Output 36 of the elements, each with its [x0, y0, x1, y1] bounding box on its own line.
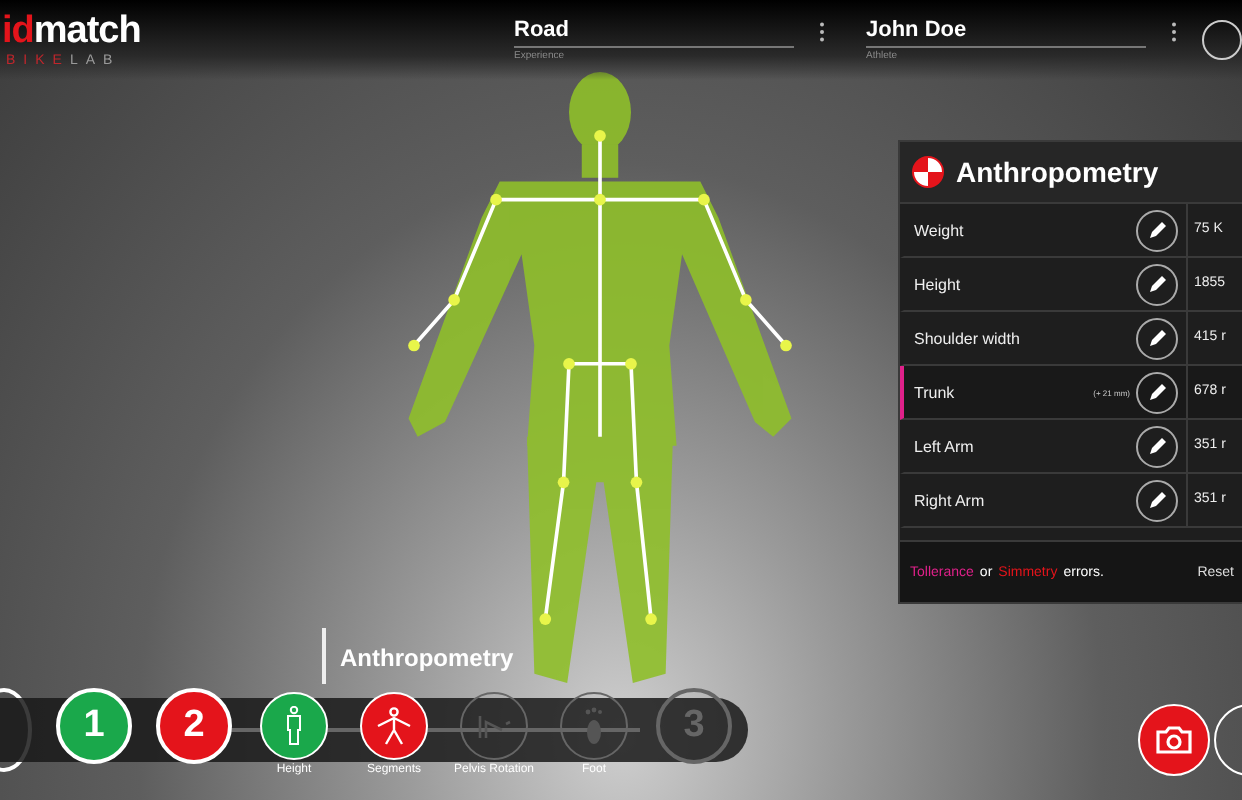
pelvis-angle-icon: [476, 712, 512, 740]
logo-icon: [912, 156, 944, 188]
pencil-icon: [1147, 220, 1167, 240]
edit-button[interactable]: [1136, 317, 1178, 359]
more-options-icon[interactable]: [818, 22, 826, 42]
measurement-label: Right Arm: [912, 491, 987, 509]
pencil-icon: [1147, 274, 1167, 294]
panel-title: Anthropometry: [956, 156, 1159, 188]
logo-text: match: [33, 11, 141, 51]
measurement-label: Height: [912, 275, 963, 293]
measurement-label: Weight: [912, 221, 966, 239]
measurement-label: Left Arm: [912, 437, 976, 455]
edit-button[interactable]: [1136, 209, 1178, 251]
edit-button[interactable]: [1136, 263, 1178, 305]
step-caption: Anthropometry: [340, 644, 514, 672]
dropdown-field[interactable]: Road: [514, 18, 794, 48]
pencil-icon: [1147, 328, 1167, 348]
more-options-icon[interactable]: [1170, 22, 1178, 42]
camera-button[interactable]: [1138, 704, 1210, 776]
footprint-icon: [582, 706, 606, 746]
camera-icon: [1156, 726, 1192, 754]
pencil-icon: [1147, 490, 1167, 510]
pencil-icon: [1147, 436, 1167, 456]
standing-figure-icon: [282, 706, 306, 746]
edit-button[interactable]: [1136, 371, 1178, 413]
pencil-icon: [1147, 382, 1167, 402]
round-button[interactable]: [1202, 20, 1242, 60]
substep-button[interactable]: [460, 692, 528, 760]
dropdown-field[interactable]: John Doe: [866, 18, 1146, 48]
measurement-label: Trunk: [912, 383, 957, 401]
edit-button[interactable]: [1136, 425, 1178, 467]
logo-text: id: [2, 11, 34, 51]
measurement-label: Shoulder width: [912, 329, 1022, 347]
figure-icon: [374, 706, 414, 746]
substep-button[interactable]: [560, 692, 628, 760]
edit-button[interactable]: [1136, 479, 1178, 521]
